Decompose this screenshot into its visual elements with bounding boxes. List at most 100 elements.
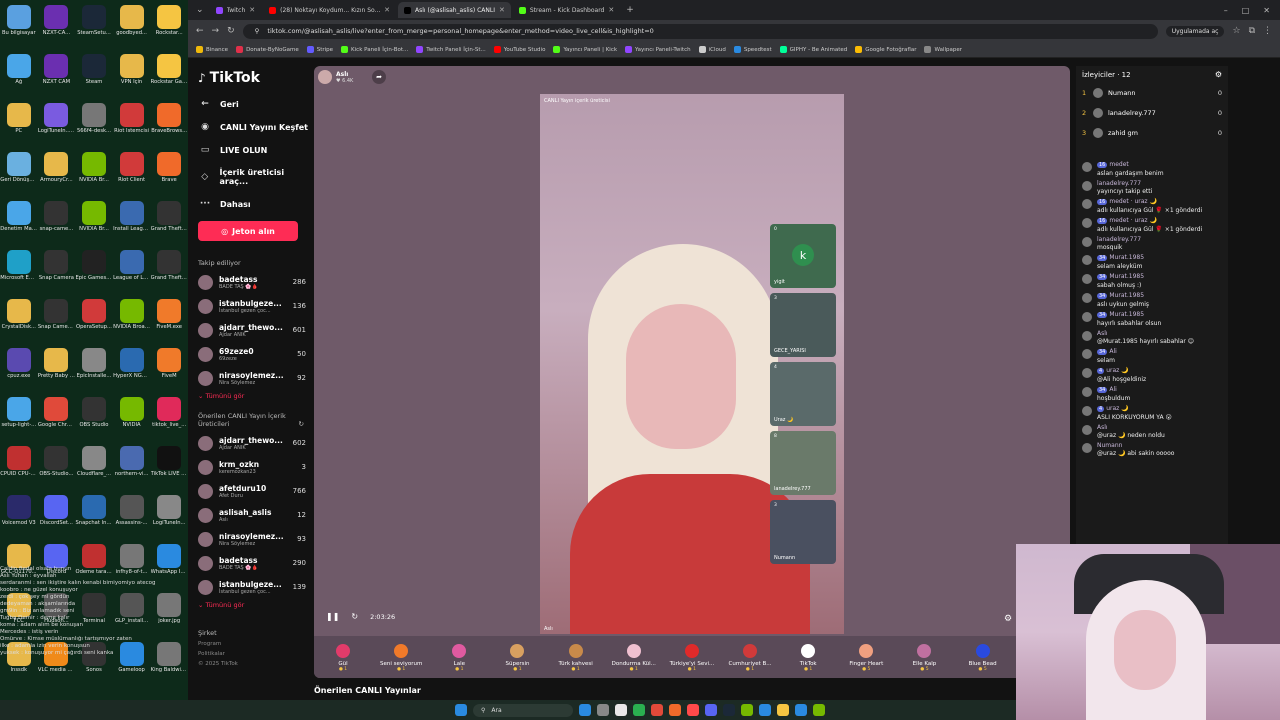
desktop-icon[interactable]: OBS-Studio... — [38, 443, 76, 492]
menu-icon[interactable]: ⋮ — [1263, 26, 1272, 36]
taskbar-app-icon[interactable] — [813, 704, 825, 716]
taskbar-app-icon[interactable] — [705, 704, 717, 716]
start-icon[interactable] — [455, 704, 467, 716]
desktop-icon[interactable]: League of Legends — [113, 247, 151, 296]
creator-row[interactable]: aslisah_aslis Aslı 12 — [198, 506, 306, 524]
taskbar-app-icon[interactable] — [759, 704, 771, 716]
desktop-icon[interactable]: Ağ — [0, 51, 38, 100]
bookmark-item[interactable]: Kick Paneli İçin-Bot... — [341, 46, 408, 53]
desktop-icon[interactable]: Voicemod V3 — [0, 492, 38, 541]
desktop-icon[interactable]: Bu bilgisayar — [0, 2, 38, 51]
desktop-icon[interactable]: TikTok LIVE Studio — [150, 443, 188, 492]
desktop-icon[interactable]: Assassins-... — [113, 492, 151, 541]
sidebar-nav-item[interactable]: ◇ İçerik üreticisi araç... — [198, 168, 312, 186]
bookmark-item[interactable]: iCloud — [698, 46, 726, 53]
desktop-icon[interactable]: goodbyed... — [113, 2, 151, 51]
desktop-icon[interactable]: NVIDIA Broadcast — [113, 296, 151, 345]
bookmark-star-icon[interactable]: ☆ — [1232, 26, 1240, 36]
gift-item[interactable]: Lale ● 1 — [434, 644, 484, 672]
viewer-row[interactable]: 2 lanadelrey.777 0 — [1076, 103, 1228, 123]
desktop-icon[interactable]: Rockstar Games ... — [150, 51, 188, 100]
viewer-row[interactable]: 1 Numann 0 — [1076, 83, 1228, 103]
bookmark-item[interactable]: Google Fotoğraflar — [855, 46, 916, 53]
back-icon[interactable]: ← — [196, 26, 204, 36]
tiktok-logo[interactable]: ♪ TikTok — [198, 70, 312, 86]
bookmark-item[interactable]: YouTube Studio — [493, 46, 545, 53]
desktop-icon[interactable]: Snap Camera — [38, 247, 76, 296]
desktop-icon[interactable]: Steam — [75, 51, 113, 100]
reload-icon[interactable]: ↻ — [227, 26, 235, 36]
policies-link[interactable]: Politikalar — [198, 651, 312, 657]
desktop-icon[interactable]: Riot Client — [113, 149, 151, 198]
browser-tab[interactable]: Twitch ✕ — [210, 2, 262, 18]
bookmark-item[interactable]: Stripe — [306, 46, 333, 53]
creator-row[interactable]: krm_ozkn keremozkan23 3 — [198, 458, 306, 476]
viewers-settings-icon[interactable]: ⚙ — [1215, 70, 1222, 79]
bookmark-item[interactable]: Twitch Paneli İçin-St... — [416, 46, 486, 53]
minimize-icon[interactable]: – — [1224, 6, 1228, 15]
bookmark-item[interactable]: Donate-ByNoGame — [236, 46, 299, 53]
desktop-icon[interactable]: Google Chrome — [38, 394, 76, 443]
taskbar-app-icon[interactable] — [741, 704, 753, 716]
desktop-icon[interactable]: NZXT CAM — [38, 51, 76, 100]
desktop-icon[interactable]: Rockstar... — [150, 2, 188, 51]
share-icon[interactable]: ➦ — [372, 70, 386, 84]
browser-tab[interactable]: Aslı (@aslisah_aslis) CANLI ✕ — [398, 2, 511, 18]
desktop-icon[interactable]: Install League ... — [113, 198, 151, 247]
desktop-icon[interactable]: Cloudflare_... — [75, 443, 113, 492]
bookmark-item[interactable]: Speedtest — [733, 46, 772, 53]
desktop-icon[interactable]: SteamSetu... — [75, 2, 113, 51]
guest-tile[interactable]: 4 Uraz 🌙 — [770, 362, 836, 426]
replay-icon[interactable]: ↻ — [351, 612, 358, 621]
url-field[interactable]: ⚲ tiktok.com/@aslisah_aslis/live?enter_f… — [242, 23, 1158, 39]
browser-tab[interactable]: Stream - Kick Dashboard ✕ — [513, 2, 620, 18]
desktop-icon[interactable]: LogiTuneIn... (1).exe — [38, 100, 76, 149]
taskbar-app-icon[interactable] — [795, 704, 807, 716]
settings-icon[interactable]: ⚙ — [1004, 614, 1012, 624]
desktop-icon[interactable]: ArmouryCr... — [38, 149, 76, 198]
see-all-following[interactable]: ⌄ Tümünü gör — [198, 392, 312, 400]
taskbar-app-icon[interactable] — [687, 704, 699, 716]
desktop-icon[interactable]: VPN İçin — [113, 51, 151, 100]
creator-row[interactable]: nirasoylemez... Nira Söylemez 92 — [198, 369, 306, 387]
site-info-icon[interactable]: ⚲ — [255, 27, 260, 35]
bookmark-item[interactable]: Yayıncı Paneli | Kick — [553, 46, 617, 53]
desktop-icon[interactable]: CPUID CPU-Z MSI — [0, 443, 38, 492]
gift-item[interactable]: Süpersin ● 1 — [492, 644, 542, 672]
refresh-icon[interactable]: ↻ — [299, 420, 304, 428]
desktop-icon[interactable]: LogiTuneIn... — [150, 492, 188, 541]
taskbar-app-icon[interactable] — [597, 704, 609, 716]
desktop-icon[interactable]: snap-came... — [38, 198, 76, 247]
gift-item[interactable]: Blue Bead ● 5 — [958, 644, 1008, 672]
creator-row[interactable]: ajdarr_thewo... Ajdar ANIK 601 — [198, 321, 306, 339]
creator-row[interactable]: istanbulgeze... İstanbul gezen çoc... 136 — [198, 297, 306, 315]
host-chip[interactable]: Aslı ♥ 6.4K — [318, 70, 353, 84]
sidebar-nav-item[interactable]: ◉ CANLI Yayını Keşfet — [198, 122, 312, 132]
tab-close-icon[interactable]: ✕ — [499, 6, 505, 14]
desktop-icon[interactable]: setup-light-... — [0, 394, 38, 443]
desktop-icon[interactable]: cpuz.exe — [0, 345, 38, 394]
guest-tile[interactable]: 8 lanadelrey.777 — [770, 431, 836, 495]
guest-tile[interactable]: 3 GECE_YARISI — [770, 293, 836, 357]
gift-item[interactable]: Türkiye'yi Sevi... ● 1 — [667, 644, 717, 672]
creator-row[interactable]: ajdarr_thewo... Ajdar ANIK 602 — [198, 434, 306, 452]
desktop-icon[interactable]: NZXT-CA... — [38, 2, 76, 51]
desktop-icon[interactable]: tiktok_live_... — [150, 394, 188, 443]
desktop-icon[interactable]: Brave — [150, 149, 188, 198]
creator-row[interactable]: nirasoylemez... Nira Söylemez 93 — [198, 530, 306, 548]
extensions-icon[interactable]: ⧉ — [1249, 26, 1255, 36]
gift-item[interactable]: Finger Heart ● 5 — [841, 644, 891, 672]
desktop-icon[interactable]: FiveM.exe — [150, 296, 188, 345]
desktop-icon[interactable]: EpicInstalle... — [75, 345, 113, 394]
taskbar-app-icon[interactable] — [651, 704, 663, 716]
desktop-icon[interactable]: FiveM — [150, 345, 188, 394]
program-link[interactable]: Program — [198, 641, 312, 647]
taskbar-app-icon[interactable] — [723, 704, 735, 716]
gift-item[interactable]: Seni seviyorum ● 1 — [376, 644, 426, 672]
taskbar-app-icon[interactable] — [615, 704, 627, 716]
desktop-icon[interactable]: CrystalDisk... — [0, 296, 38, 345]
gift-item[interactable]: Elle Kalp ● 5 — [899, 644, 949, 672]
desktop-icon[interactable]: OperaSetup... — [75, 296, 113, 345]
taskbar-app-icon[interactable] — [669, 704, 681, 716]
creator-row[interactable]: afetduru10 Afet Duru 766 — [198, 482, 306, 500]
